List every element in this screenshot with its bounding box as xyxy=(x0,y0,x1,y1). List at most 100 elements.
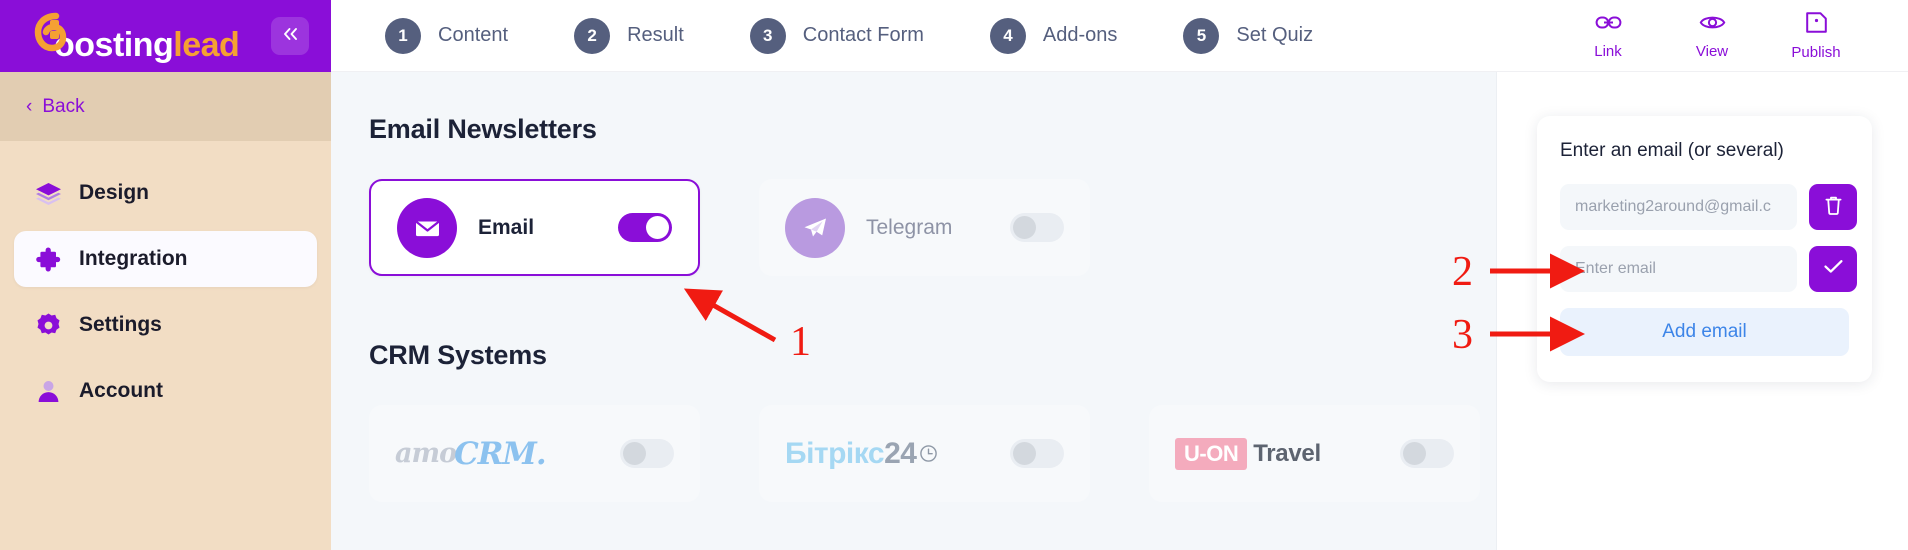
step-number: 3 xyxy=(749,17,786,54)
toggle-knob xyxy=(1013,442,1036,465)
amocrm-toggle[interactable] xyxy=(620,439,674,468)
step-number: 4 xyxy=(989,17,1026,54)
toggle-knob xyxy=(623,442,646,465)
bitrix24-logo: Бітрікс 24 xyxy=(785,437,938,471)
bitrix24-card[interactable]: Бітрікс 24 xyxy=(759,405,1090,502)
new-email-row xyxy=(1560,246,1857,292)
crm-cards: amo CRM. Бітрікс 24 U-ON Travel xyxy=(369,405,1496,502)
boostinglead-logo-icon xyxy=(26,10,70,56)
sidebar-item-account[interactable]: Account xyxy=(14,363,317,419)
brand-logo[interactable]: oostinglead xyxy=(26,10,240,64)
trash-icon xyxy=(1823,194,1844,221)
uon-logo-part-1: U-ON xyxy=(1175,437,1248,470)
new-email-input[interactable] xyxy=(1560,246,1797,292)
clock-icon xyxy=(919,444,938,463)
toggle-knob xyxy=(646,216,669,239)
checkmark-icon xyxy=(1823,258,1844,280)
bitrix24-logo-part-1: Бітрікс xyxy=(785,436,885,470)
brand-wordmark: oostinglead xyxy=(54,26,240,64)
email-settings-rail: Enter an email (or several) marketing2ar… xyxy=(1496,72,1908,550)
step-number: 1 xyxy=(385,17,421,54)
existing-email-input[interactable] xyxy=(1560,184,1797,230)
puzzle-icon xyxy=(31,245,65,274)
add-email-label: Add email xyxy=(1662,321,1747,342)
step-number: 5 xyxy=(1183,17,1220,54)
sidebar-item-label: Design xyxy=(79,181,150,204)
uon-travel-logo: U-ON Travel xyxy=(1175,437,1321,470)
step-nav: 1 Content 2 Result 3 Contact Form 4 Add-… xyxy=(385,17,1379,54)
crm-systems-title: CRM Systems xyxy=(369,340,547,370)
add-email-button[interactable]: Add email xyxy=(1560,308,1849,356)
email-newsletters-title: Email Newsletters xyxy=(369,114,597,144)
sidebar-back-button[interactable]: ‹ Back xyxy=(0,72,331,141)
eye-icon xyxy=(1699,12,1726,38)
topbar-actions: Link View Publish xyxy=(1556,11,1908,61)
step-add-ons[interactable]: 4 Add-ons xyxy=(989,17,1118,54)
paper-plane-icon xyxy=(785,197,845,258)
sidebar-item-settings[interactable]: Settings xyxy=(14,297,317,353)
view-button[interactable]: View xyxy=(1660,12,1764,60)
integrations-column: Email Newsletters Email Telegram CRM Sys… xyxy=(331,72,1496,550)
link-chain-icon xyxy=(1595,12,1622,38)
sidebar-item-label: Settings xyxy=(79,313,162,336)
sidebar-nav: Design Integration Settings Account xyxy=(0,141,331,419)
link-button[interactable]: Link xyxy=(1556,12,1660,60)
uon-logo-part-2: Travel xyxy=(1253,439,1321,467)
telegram-integration-toggle[interactable] xyxy=(1010,213,1064,242)
email-panel: Enter an email (or several) marketing2ar… xyxy=(1537,116,1872,382)
email-integration-toggle[interactable] xyxy=(618,213,672,242)
sidebar-item-integration[interactable]: Integration xyxy=(14,231,317,287)
link-label: Link xyxy=(1594,42,1622,60)
sidebar-item-design[interactable]: Design xyxy=(14,165,317,221)
telegram-integration-card[interactable]: Telegram xyxy=(759,179,1090,276)
email-integration-label: Email xyxy=(478,215,535,239)
publish-button[interactable]: Publish xyxy=(1764,11,1868,61)
app-root: oostinglead ‹ Back Design Integration Se… xyxy=(0,0,1908,550)
uon-travel-toggle[interactable] xyxy=(1400,439,1454,468)
chevron-left-icon: ‹ xyxy=(26,96,33,117)
amocrm-logo-part-2: CRM. xyxy=(454,435,547,472)
step-contact-form[interactable]: 3 Contact Form xyxy=(749,17,924,54)
telegram-integration-label: Telegram xyxy=(866,215,953,239)
sidebar-item-label: Integration xyxy=(79,247,188,270)
step-label: Set Quiz xyxy=(1236,24,1314,46)
step-label: Content xyxy=(438,24,509,46)
brand-logo-bar: oostinglead xyxy=(0,0,331,72)
newsletter-cards: Email Telegram xyxy=(369,179,1496,276)
step-content[interactable]: 1 Content xyxy=(385,17,509,54)
step-label: Result xyxy=(627,24,684,46)
content-area: Email Newsletters Email Telegram CRM Sys… xyxy=(331,72,1908,550)
email-integration-card[interactable]: Email xyxy=(369,179,700,276)
sidebar-back-label: Back xyxy=(42,95,85,117)
bitrix24-toggle[interactable] xyxy=(1010,439,1064,468)
step-label: Contact Form xyxy=(802,24,924,46)
view-label: View xyxy=(1695,42,1729,60)
topbar: 1 Content 2 Result 3 Contact Form 4 Add-… xyxy=(331,0,1908,72)
step-label: Add-ons xyxy=(1042,24,1118,46)
sidebar-item-label: Account xyxy=(79,379,163,402)
amocrm-card[interactable]: amo CRM. xyxy=(369,405,700,502)
uon-travel-card[interactable]: U-ON Travel xyxy=(1149,405,1480,502)
email-panel-title: Enter an email (or several) xyxy=(1560,140,1784,161)
amocrm-logo-part-1: amo xyxy=(395,438,457,469)
brand-name-white: oosting xyxy=(54,26,174,64)
toggle-knob xyxy=(1403,442,1426,465)
main-area: 1 Content 2 Result 3 Contact Form 4 Add-… xyxy=(331,0,1908,550)
step-number: 2 xyxy=(574,17,611,54)
gear-icon xyxy=(31,311,65,340)
double-chevron-left-icon xyxy=(281,26,300,47)
step-result[interactable]: 2 Result xyxy=(574,17,684,54)
step-set-quiz[interactable]: 5 Set Quiz xyxy=(1183,17,1314,54)
save-disk-icon xyxy=(1805,11,1828,39)
bitrix24-logo-part-2: 24 xyxy=(884,436,917,470)
confirm-email-button[interactable] xyxy=(1809,246,1857,292)
delete-email-button[interactable] xyxy=(1809,184,1857,230)
toggle-knob xyxy=(1013,216,1036,239)
user-icon xyxy=(31,377,65,406)
amocrm-logo: amo CRM. xyxy=(395,435,547,472)
sidebar: oostinglead ‹ Back Design Integration Se… xyxy=(0,0,331,550)
publish-label: Publish xyxy=(1791,43,1841,61)
layers-icon xyxy=(31,179,65,208)
sidebar-collapse-button[interactable] xyxy=(271,17,309,55)
envelope-icon xyxy=(397,197,457,258)
